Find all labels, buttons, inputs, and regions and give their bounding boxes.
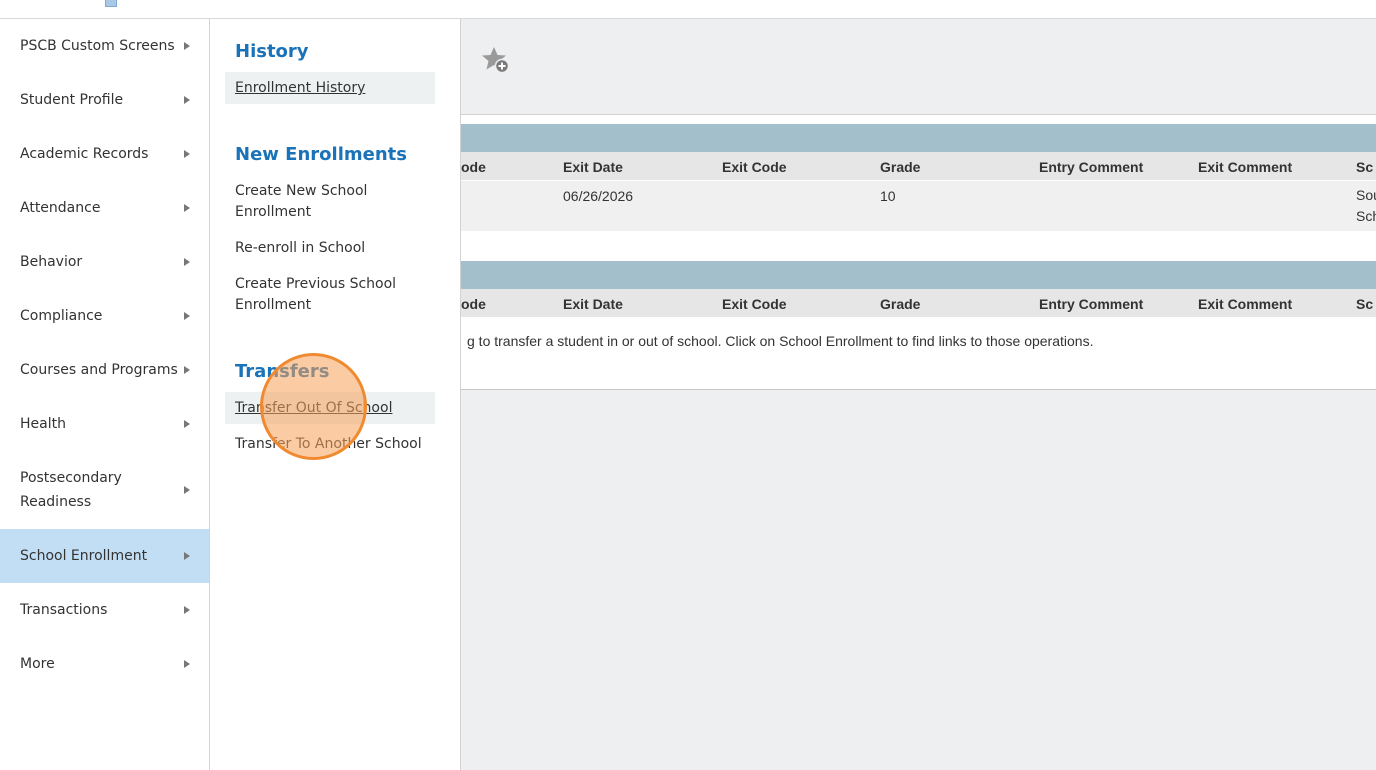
enrollment-panel: ode Exit Date Exit Code Grade Entry Comm… [461,114,1376,390]
reenroll-in-school-link[interactable]: Re-enroll in School [225,238,435,259]
nav-item-label: Behavior [20,254,83,270]
info-message: g to transfer a student in or out of sch… [467,333,1093,349]
enrollment-history-link[interactable]: Enrollment History [225,72,435,104]
nav-item-label: Health [20,416,66,432]
create-previous-school-enrollment-link[interactable]: Create Previous School Enrollment [225,274,435,316]
left-nav: PSCB Custom Screens Student Profile Acad… [0,19,210,770]
column-header: Exit Date [563,159,623,175]
history-heading: History [235,41,309,62]
triangle-right-icon [184,204,190,212]
column-header: ode [461,159,486,175]
triangle-right-icon [184,552,190,560]
nav-item-pscb-custom-screens[interactable]: PSCB Custom Screens [0,19,209,73]
school-line-1: Sou [1356,187,1376,203]
column-header: Exit Comment [1198,159,1293,175]
triangle-right-icon [184,312,190,320]
nav-item-label: Student Profile [20,92,124,108]
table-header-band [461,261,1376,289]
nav-item-behavior[interactable]: Behavior [0,235,209,289]
column-header: Exit Date [563,296,623,312]
nav-item-more[interactable]: More [0,637,209,691]
transfer-to-another-school-link[interactable]: Transfer To Another School [225,434,435,455]
nav-item-label: School Enrollment [20,548,148,564]
column-header: Grade [880,159,921,175]
nav-item-transactions[interactable]: Transactions [0,583,209,637]
star-plus-icon [482,47,510,74]
exit-date-cell: 06/26/2026 [563,188,634,204]
column-header: Exit Code [722,159,787,175]
school-line-2: Sch [1356,208,1376,224]
grade-cell: 10 [880,188,896,204]
column-header: Grade [880,296,921,312]
school-cell: Sou Sch [1356,185,1376,227]
new-enrollments-heading: New Enrollments [235,144,407,165]
create-new-school-enrollment-link[interactable]: Create New School Enrollment [225,181,435,223]
column-header: Exit Code [722,296,787,312]
add-favorite-button[interactable] [481,45,511,75]
column-header: Sc [1356,159,1374,175]
transfer-out-of-school-link[interactable]: Transfer Out Of School [225,392,435,424]
nav-item-attendance[interactable]: Attendance [0,181,209,235]
triangle-right-icon [184,660,190,668]
nav-item-label: Compliance [20,308,103,324]
triangle-right-icon [184,420,190,428]
main-content: ode Exit Date Exit Code Grade Entry Comm… [461,19,1376,770]
triangle-right-icon [184,258,190,266]
column-header: ode [461,296,486,312]
nav-item-label: Attendance [20,200,101,216]
nav-item-school-enrollment[interactable]: School Enrollment [0,529,209,583]
nav-item-health[interactable]: Health [0,397,209,451]
table-header-row: ode Exit Date Exit Code Grade Entry Comm… [461,289,1376,317]
triangle-right-icon [184,366,190,374]
table-header-band [461,124,1376,152]
column-header: Entry Comment [1039,296,1144,312]
transfers-heading: Transfers [235,361,330,382]
nav-item-courses-and-programs[interactable]: Courses and Programs [0,343,209,397]
triangle-right-icon [184,96,190,104]
column-header: Exit Comment [1198,296,1293,312]
nav-item-academic-records[interactable]: Academic Records [0,127,209,181]
triangle-right-icon [184,486,190,494]
table-row[interactable]: 06/26/2026 10 Sou Sch [461,181,1376,231]
nav-item-label: More [20,656,55,672]
info-message-text: to transfer a student in or out of schoo… [474,333,1094,349]
document-icon[interactable] [105,0,117,7]
triangle-right-icon [184,606,190,614]
table-header-row: ode Exit Date Exit Code Grade Entry Comm… [461,152,1376,180]
column-header: Sc [1356,296,1374,312]
nav-item-compliance[interactable]: Compliance [0,289,209,343]
school-enrollment-flyout: History Enrollment History New Enrollmen… [210,19,461,770]
nav-item-label: PSCB Custom Screens [20,38,175,54]
info-link[interactable]: g [467,333,475,349]
nav-item-student-profile[interactable]: Student Profile [0,73,209,127]
nav-item-label: Postsecondary Readiness [20,470,122,510]
triangle-right-icon [184,150,190,158]
top-bar [0,0,1376,19]
nav-item-label: Courses and Programs [20,362,178,378]
column-header: Entry Comment [1039,159,1144,175]
nav-item-postsecondary-readiness[interactable]: Postsecondary Readiness [0,451,209,529]
nav-item-label: Transactions [20,602,108,618]
nav-item-label: Academic Records [20,146,149,162]
triangle-right-icon [184,42,190,50]
